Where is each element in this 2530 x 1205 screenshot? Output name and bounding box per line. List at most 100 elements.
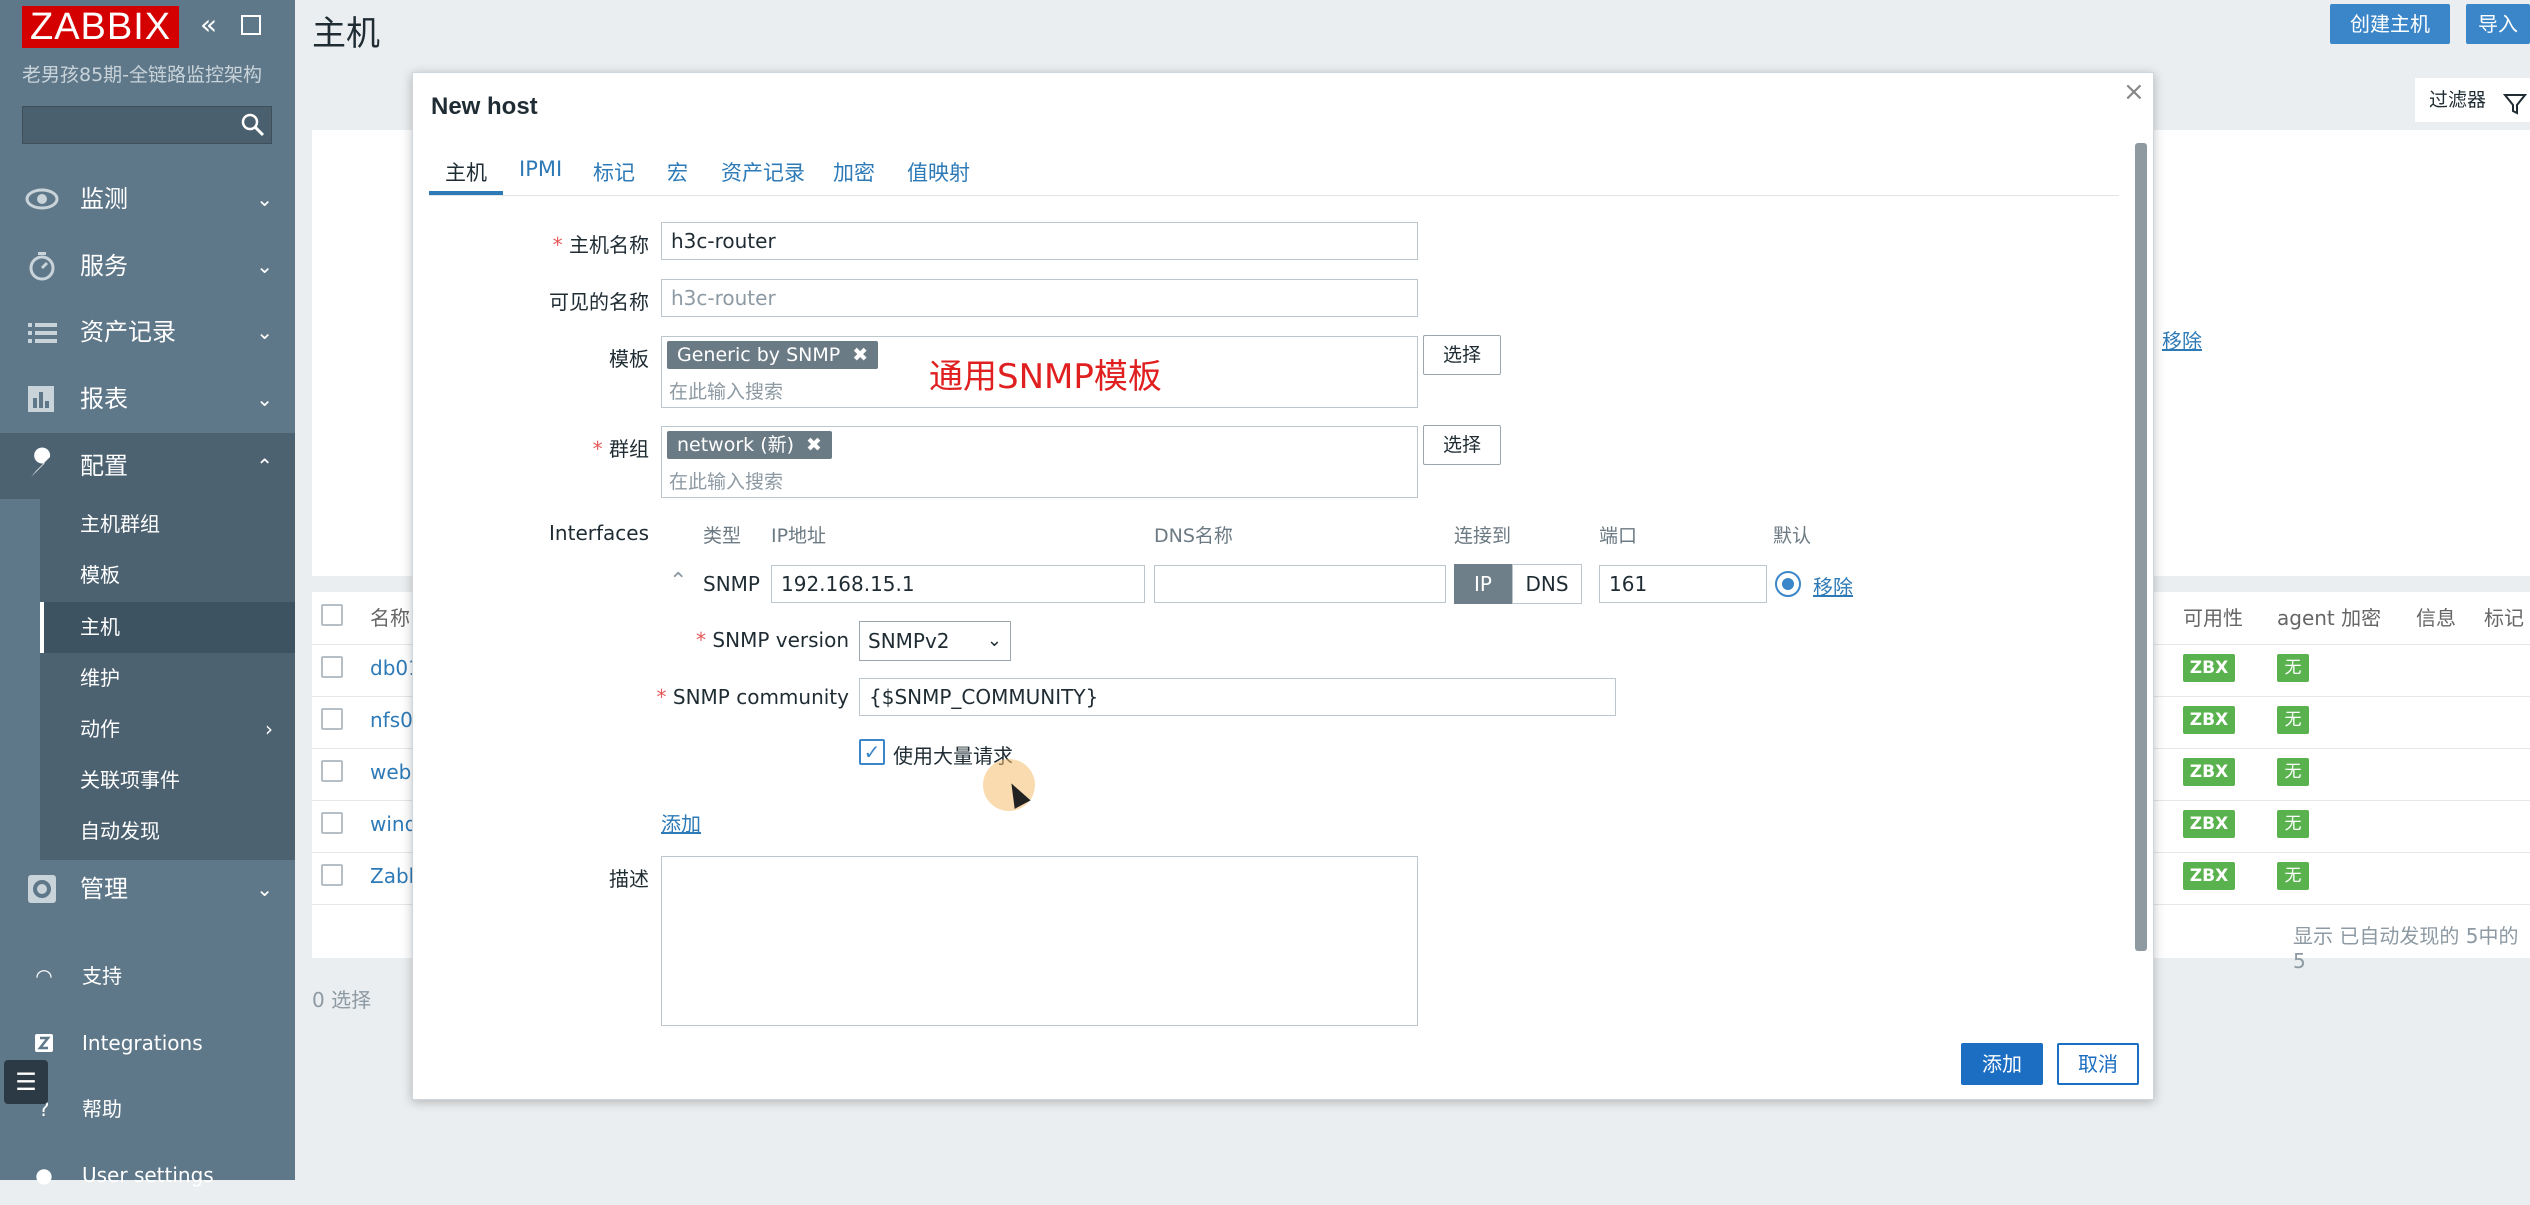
availability-badge: ZBX [2183, 706, 2235, 734]
filter-tab-label: 过滤器 [2429, 89, 2487, 111]
tab-tags[interactable]: 标记 [593, 157, 635, 187]
sidebar-search-input[interactable] [22, 106, 272, 144]
availability-badge: ZBX [2183, 810, 2235, 838]
column-header-tags: 标记 [2484, 606, 2524, 630]
submenu-label: 主机 [80, 615, 120, 639]
interface-header-ip: IP地址 [771, 525, 827, 547]
groups-search-placeholder[interactable]: 在此输入搜索 [669, 467, 783, 494]
select-all-checkbox[interactable] [321, 604, 343, 626]
menu-item-administration[interactable]: 管理 ⌄ [0, 856, 295, 922]
dialog-scrollbar[interactable] [2135, 143, 2147, 951]
row-checkbox[interactable] [321, 812, 343, 834]
host-name-input[interactable]: h3c-router [661, 222, 1418, 260]
tab-value-mapping[interactable]: 值映射 [907, 157, 970, 187]
templates-search-placeholder[interactable]: 在此输入搜索 [669, 377, 783, 404]
chevron-down-icon: ⌄ [256, 387, 273, 411]
description-textarea[interactable] [661, 856, 1418, 1026]
templates-select-button[interactable]: 选择 [1423, 335, 1501, 375]
encryption-badge: 无 [2277, 706, 2309, 734]
table-footer-note: 显示 已自动发现的 5中的5 [2293, 924, 2519, 973]
add-interface-link[interactable]: 添加 [661, 808, 701, 837]
chevron-down-icon: ⌄ [256, 187, 273, 211]
annotation-text: 通用SNMP模板 [929, 357, 1162, 397]
interface-header-default: 默认 [1773, 525, 1812, 547]
fullscreen-icon[interactable] [241, 15, 261, 35]
chevron-down-icon: ⌄ [256, 320, 273, 344]
column-header-info: 信息 [2416, 606, 2456, 630]
snmp-version-select[interactable]: SNMPv2 ⌄ [859, 621, 1011, 661]
group-chip: network (新) ✖ [667, 431, 832, 459]
menu-label: User settings [82, 1163, 214, 1187]
close-icon[interactable]: × [2123, 77, 2145, 107]
submenu-item-event-correlation[interactable]: 关联项事件 [40, 755, 295, 806]
submenu-item-host-groups[interactable]: 主机群组 [40, 499, 295, 550]
filter-remove-link[interactable]: 移除 [2162, 325, 2202, 354]
snmp-community-label: * SNMP community [656, 685, 849, 709]
search-icon[interactable] [240, 112, 266, 142]
filter-tab[interactable]: 过滤器 [2415, 78, 2530, 122]
menu-item-support[interactable]: ◠ 支持 [0, 946, 295, 1006]
visible-name-input[interactable]: h3c-router [661, 279, 1418, 317]
submenu-label: 动作 [80, 717, 120, 741]
interface-port-input[interactable]: 161 [1599, 565, 1767, 603]
filter-icon [2502, 88, 2528, 132]
menu-item-user-settings[interactable]: ● User settings [0, 1145, 295, 1205]
bulk-requests-checkbox[interactable]: ✓ [859, 739, 885, 765]
active-tab-indicator [429, 191, 503, 195]
menu-item-reports[interactable]: 报表 ⌄ [0, 366, 295, 432]
row-checkbox[interactable] [321, 708, 343, 730]
menu-item-services[interactable]: 服务 ⌄ [0, 233, 295, 299]
tab-inventory[interactable]: 资产记录 [721, 157, 805, 187]
interface-ip-input[interactable]: 192.168.15.1 [771, 565, 1145, 603]
connect-ip-button[interactable]: IP [1454, 564, 1512, 604]
create-host-button[interactable]: 创建主机 [2330, 4, 2450, 44]
submenu-item-discovery[interactable]: 自动发现 [40, 806, 295, 857]
groups-multiselect[interactable]: network (新) ✖ 在此输入搜索 [661, 426, 1418, 498]
list-toggle-icon[interactable]: ☰ [4, 1060, 48, 1104]
row-checkbox[interactable] [321, 760, 343, 782]
menu-label: Integrations [82, 1031, 203, 1055]
chevron-up-icon[interactable]: ⌃ [669, 569, 687, 594]
tab-encryption[interactable]: 加密 [833, 157, 875, 187]
menu-label: 支持 [82, 964, 122, 988]
snmp-community-input[interactable]: {$SNMP_COMMUNITY} [859, 678, 1616, 716]
add-button[interactable]: 添加 [1961, 1043, 2043, 1085]
row-checkbox[interactable] [321, 864, 343, 886]
import-button[interactable]: 导入 [2466, 4, 2530, 44]
host-link[interactable]: nfs0 [370, 708, 413, 732]
menu-label: 报表 [80, 385, 128, 413]
menu-item-monitoring[interactable]: 监测 ⌄ [0, 166, 295, 232]
row-checkbox[interactable] [321, 656, 343, 678]
collapse-icon[interactable]: « [200, 8, 217, 41]
column-header-name[interactable]: 名称 [370, 592, 410, 644]
zabbix-logo[interactable]: ZABBIX [22, 6, 180, 48]
interface-header-connect: 连接到 [1454, 525, 1512, 547]
submenu-item-actions[interactable]: 动作 › [40, 704, 295, 755]
selected-count: 0 选择 [312, 988, 372, 1012]
submenu-label: 主机群组 [80, 512, 160, 536]
remove-chip-icon[interactable]: ✖ [852, 344, 868, 366]
tab-host[interactable]: 主机 [445, 157, 487, 187]
interface-header-type: 类型 [703, 525, 742, 547]
availability-badge: ZBX [2183, 862, 2235, 890]
interface-remove-link[interactable]: 移除 [1813, 571, 1853, 600]
submenu-item-hosts[interactable]: 主机 [40, 602, 295, 653]
remove-chip-icon[interactable]: ✖ [806, 434, 822, 456]
default-interface-radio[interactable] [1775, 571, 1801, 597]
menu-label: 服务 [80, 252, 128, 280]
submenu-label: 关联项事件 [80, 768, 180, 792]
submenu-label: 自动发现 [80, 819, 160, 843]
menu-item-inventory[interactable]: 资产记录 ⌄ [0, 299, 295, 365]
interface-dns-input[interactable] [1154, 565, 1446, 603]
submenu-item-templates[interactable]: 模板 [40, 550, 295, 601]
tab-macros[interactable]: 宏 [667, 157, 688, 187]
connect-dns-button[interactable]: DNS [1512, 564, 1582, 604]
menu-item-configuration[interactable]: 配置 ⌃ [0, 433, 295, 499]
cancel-button[interactable]: 取消 [2057, 1043, 2139, 1085]
menu-label: 管理 [80, 875, 128, 903]
tab-ipmi[interactable]: IPMI [519, 157, 562, 181]
groups-select-button[interactable]: 选择 [1423, 425, 1501, 465]
gear-icon [24, 856, 60, 946]
submenu-item-maintenance[interactable]: 维护 [40, 653, 295, 704]
host-link[interactable]: wind [370, 812, 417, 836]
